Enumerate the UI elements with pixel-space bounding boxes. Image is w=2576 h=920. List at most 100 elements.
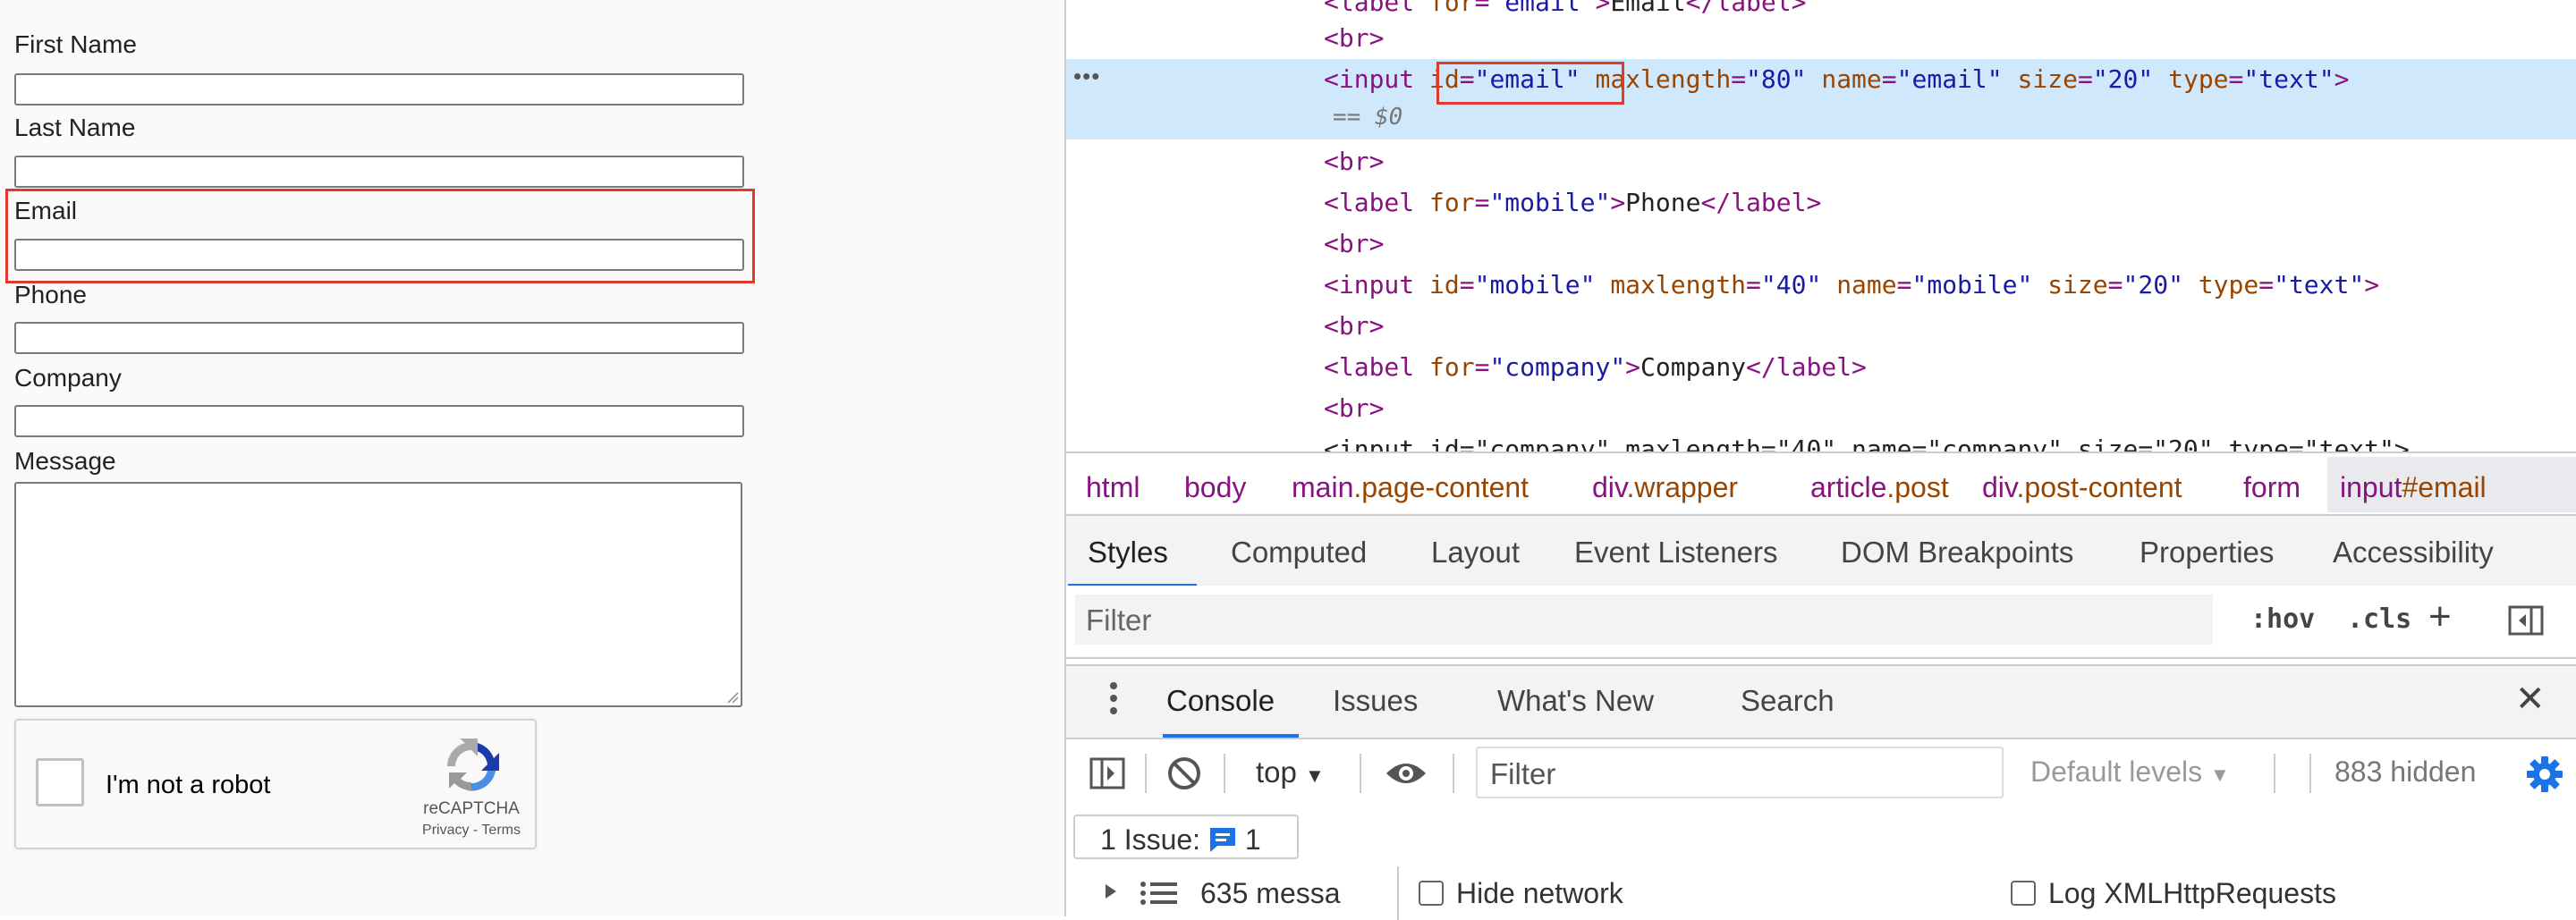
hide-network-label: Hide network [1456,877,1623,909]
breadcrumb-div-post-content[interactable]: div.post-content [1982,471,2182,504]
log-levels-label: Default levels [2030,755,2203,788]
separator [1145,754,1147,793]
tab-dom-breakpoints[interactable]: DOM Breakpoints [1841,536,2073,570]
console-filter-input[interactable]: Filter [1476,747,2004,798]
dom-line-br[interactable]: <br> [1324,23,1384,53]
phone-label: Phone [14,281,87,308]
tab-styles[interactable]: Styles [1088,536,1168,570]
dom-line-label-mobile[interactable]: <label for="mobile">Phone</label> [1324,188,1821,217]
log-xhr-checkbox[interactable] [2011,881,2036,906]
recaptcha-widget: I'm not a robot reCAPTCHA Privacy - Term… [14,719,537,849]
dom-tag-open: <label [1324,188,1430,217]
separator [2309,754,2311,793]
web-form-page: First Name Last Name Email Phone Company… [0,0,1064,916]
breadcrumb-body[interactable]: body [1184,471,1246,504]
live-expression-eye-icon[interactable] [1385,759,1428,788]
styles-filter-placeholder: Filter [1086,603,1152,637]
attr-id-value: "mobile" [1474,270,1596,300]
attr-for-value: "mobile" [1489,188,1611,217]
first-name-input[interactable] [14,73,744,106]
sidebar-pane-tabs: Styles Computed Layout Event Listeners D… [1066,514,2576,589]
dom-line-br[interactable]: <br> [1324,393,1384,423]
breadcrumb-article-post[interactable]: article.post [1810,471,1949,504]
dom-line-br[interactable]: <br> [1324,147,1384,176]
message-textarea[interactable] [14,482,742,707]
email-label: Email [14,197,78,224]
attr-for-name: for [1429,352,1475,382]
recaptcha-label: I'm not a robot [106,771,271,799]
attr-name-value: "email" [1896,64,2003,94]
breadcrumb-main[interactable]: main.page-content [1292,471,1529,504]
toggle-sidebar-icon[interactable] [2508,605,2544,636]
issues-counter-content: 1 Issue: 1 [1100,823,1261,857]
dom-line-br[interactable]: <br> [1324,311,1384,341]
dom-line-br[interactable]: <br> [1324,229,1384,258]
label-text: Company [1640,352,1747,382]
tab-active-underline [1163,734,1299,738]
tab-event-listeners[interactable]: Event Listeners [1574,536,1777,570]
new-style-rule-button[interactable]: + [2428,595,2452,639]
styles-toolbar: Filter :hov .cls + [1066,586,2576,659]
clear-console-icon[interactable] [1166,755,1202,791]
log-xhr-label: Log XMLHttpRequests [2048,877,2336,909]
recaptcha-brand: reCAPTCHA [423,799,520,818]
cls-toggle-button[interactable]: .cls [2347,603,2411,635]
tab-computed[interactable]: Computed [1231,536,1367,570]
company-input[interactable] [14,405,744,437]
tab-properties[interactable]: Properties [2140,536,2274,570]
dom-line-input-mobile[interactable]: <input id="mobile" maxlength="40" name="… [1324,270,2379,300]
dom-tag-close: </label> [1700,188,1822,217]
hov-toggle-button[interactable]: :hov [2250,603,2315,635]
email-input[interactable] [14,239,744,271]
recaptcha-checkbox[interactable] [36,758,84,806]
separator [2274,754,2275,793]
console-drawer: Console Issues What's New Search ✕ top ▼ [1066,664,2576,920]
issues-counter-button[interactable]: 1 Issue: 1 [1073,814,1299,859]
recaptcha-privacy-terms-link[interactable]: Privacy - Terms [374,823,569,839]
styles-filter-input[interactable] [1075,595,2213,645]
last-name-label: Last Name [14,114,136,141]
dom-tag-open: <input [1324,64,1430,94]
chevron-down-icon: ▼ [1305,764,1325,787]
close-drawer-icon[interactable]: ✕ [2515,679,2546,720]
dom-line-label-email[interactable]: <label for="email">Email</label> [1324,0,1806,17]
hidden-messages-count: 883 hidden [2334,755,2477,788]
hide-network-checkbox[interactable] [1419,881,1444,906]
chevron-down-icon: ▼ [2209,764,2230,786]
tab-search[interactable]: Search [1741,684,1835,718]
dom-breadcrumb: html body main.page-content div.wrapper … [1066,452,2576,516]
tab-issues[interactable]: Issues [1333,684,1418,718]
context-selector[interactable]: top ▼ [1256,755,1325,789]
elements-dom-tree: ••• <label for="email">Email</label> <br… [1066,0,2576,452]
phone-input[interactable] [14,322,744,354]
attr-size-name: size [2017,64,2078,94]
id-attr-highlight-box [1436,62,1624,105]
drawer-menu-icon[interactable] [1109,679,1127,727]
breadcrumb-html[interactable]: html [1086,471,1140,504]
expand-triangle-icon[interactable] [1104,882,1118,900]
issue-message-icon [1209,828,1235,852]
tab-whats-new[interactable]: What's New [1497,684,1654,718]
breadcrumb-div-wrapper[interactable]: div.wrapper [1592,471,1738,504]
dom-tag-close: > [2334,64,2350,94]
console-settings-gear-icon[interactable] [2526,755,2563,793]
dom-line-input-company[interactable]: <input id="company" maxlength="40" name=… [1324,435,2410,452]
resize-handle-icon[interactable] [726,691,739,704]
tab-console[interactable]: Console [1166,684,1275,718]
log-levels-dropdown[interactable]: Default levels ▼ [2030,755,2230,789]
tab-layout[interactable]: Layout [1431,536,1520,570]
more-actions-icon[interactable]: ••• [1073,63,1100,90]
console-sidebar-icon[interactable] [1089,757,1125,789]
last-name-input[interactable] [14,156,744,188]
attr-maxlength-value: "80" [1746,64,1807,94]
company-label: Company [14,364,122,392]
breadcrumb-input-email[interactable]: input#email [2340,471,2487,504]
messages-count[interactable]: 635 messa [1200,877,1341,910]
breadcrumb-form[interactable]: form [2243,471,2301,504]
attr-for-name: for [1429,188,1475,217]
message-list-icon [1140,882,1177,905]
context-label: top [1256,755,1297,789]
dom-line-label-company[interactable]: <label for="company">Company</label> [1324,352,1867,382]
first-name-label: First Name [14,30,137,58]
tab-accessibility[interactable]: Accessibility [2333,536,2494,570]
